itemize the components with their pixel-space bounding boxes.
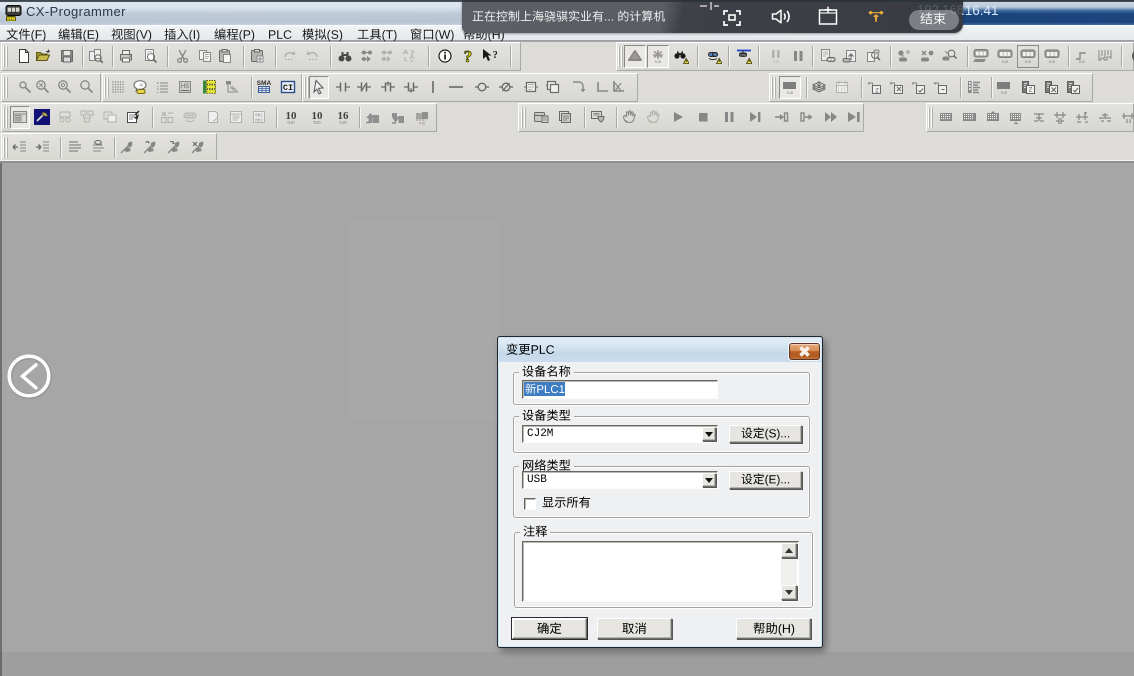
svg-text:CPU: CPU <box>740 54 746 58</box>
svg-text:CI: CI <box>283 83 293 93</box>
svg-text:run: run <box>773 59 780 64</box>
svg-text:run: run <box>1001 90 1008 95</box>
svg-text:run: run <box>339 120 346 125</box>
svg-text:run: run <box>787 90 794 95</box>
svg-text:run: run <box>655 59 662 64</box>
svg-text:run: run <box>1025 59 1032 64</box>
svg-text:?: ? <box>464 48 473 64</box>
svg-text:002: 002 <box>255 117 263 123</box>
svg-text:?: ? <box>493 49 498 61</box>
svg-text:Z: Z <box>875 88 879 95</box>
svg-text:w: w <box>140 83 144 89</box>
svg-text:SMA: SMA <box>257 80 272 87</box>
svg-text:run: run <box>287 120 294 125</box>
svg-text:run: run <box>313 120 320 125</box>
svg-text:run: run <box>1049 59 1056 64</box>
svg-text:Z: Z <box>1029 87 1033 94</box>
svg-text:run: run <box>419 121 426 126</box>
svg-text:HS: HS <box>181 84 189 90</box>
svg-text:run: run <box>1002 59 1009 64</box>
svg-text:run: run <box>1079 59 1086 64</box>
